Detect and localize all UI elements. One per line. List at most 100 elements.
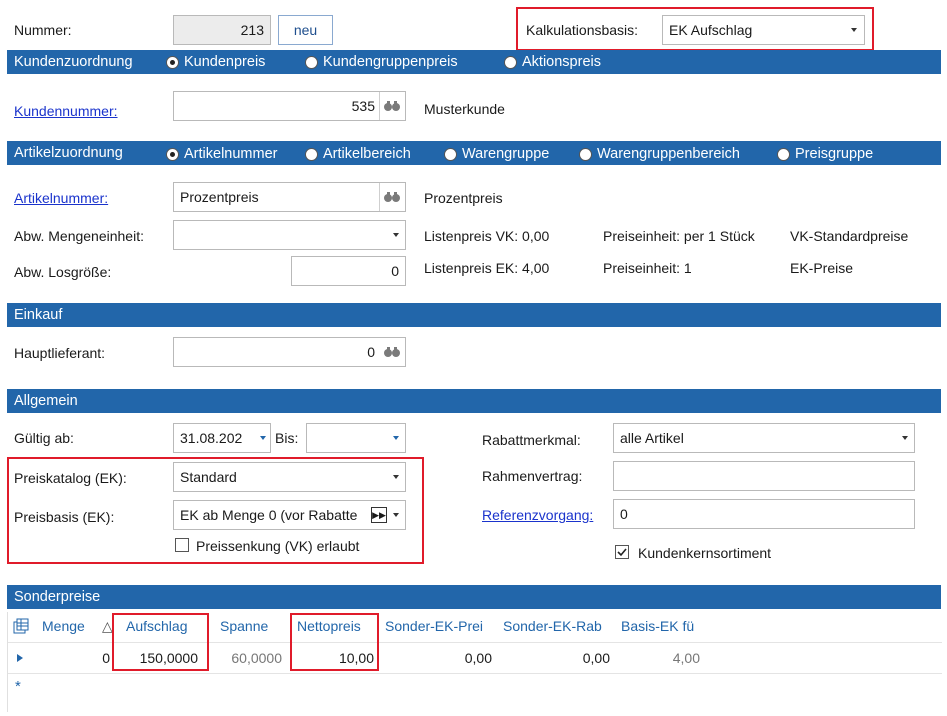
row-indicator-icon: [17, 654, 23, 662]
bis-field[interactable]: [306, 423, 406, 453]
chevron-down-icon: [902, 436, 908, 440]
preiskatalog-value: Standard: [180, 469, 237, 485]
gueltig-ab-label: Gültig ab:: [14, 430, 74, 446]
radio-label-artikelnummer: Artikelnummer: [184, 146, 278, 162]
col-sonder-ek-preis[interactable]: Sonder-EK-Prei: [385, 618, 483, 634]
cell-menge[interactable]: 0: [68, 650, 110, 666]
kundenzuordnung-title: Kundenzuordnung: [14, 54, 133, 70]
einkauf-title: Einkauf: [14, 307, 63, 323]
artikelzuordnung-band: Artikelzuordnung Artikelnummer Artikelbe…: [7, 141, 941, 165]
col-menge[interactable]: Menge: [42, 618, 85, 634]
hauptlieferant-value: 0: [367, 344, 375, 360]
chevron-down-icon: [393, 233, 399, 237]
chevron-down-icon: [393, 475, 399, 479]
preiseinheit-ek: Preiseinheit: 1: [603, 260, 692, 276]
ek-preise: EK-Preise: [790, 260, 854, 276]
preisbasis-select[interactable]: EK ab Menge 0 (vor Rabatte ▶▶: [173, 500, 406, 530]
rabattmerkmal-select[interactable]: alle Artikel: [613, 423, 915, 453]
sonderpreise-title: Sonderpreise: [14, 589, 101, 605]
chevron-down-icon: [260, 436, 266, 440]
kalkulationsbasis-label: Kalkulationsbasis:: [526, 22, 639, 38]
date-dropdown-button[interactable]: [254, 424, 270, 452]
chevron-down-icon: [393, 513, 399, 517]
einkauf-band: Einkauf: [7, 303, 941, 327]
kundennummer-field[interactable]: 535: [173, 91, 406, 121]
cell-spanne[interactable]: 60,0000: [204, 650, 282, 666]
artikelnummer-link[interactable]: Artikelnummer:: [14, 189, 108, 207]
neu-button[interactable]: neu: [278, 15, 333, 45]
radio-artikelnummer[interactable]: [166, 148, 179, 161]
rahmenvertrag-field[interactable]: [613, 461, 915, 491]
radio-aktionspreis[interactable]: [504, 56, 517, 69]
rabattmerkmal-value: alle Artikel: [620, 430, 684, 446]
hauptlieferant-field[interactable]: 0: [173, 337, 406, 367]
artikelnummer-field[interactable]: Prozentpreis: [173, 182, 406, 212]
artikelzuordnung-title: Artikelzuordnung: [14, 145, 123, 161]
radio-label-warengruppenbereich: Warengruppenbereich: [597, 146, 740, 162]
kundennummer-link[interactable]: Kundennummer:: [14, 102, 118, 120]
preiskatalog-select[interactable]: Standard: [173, 462, 406, 492]
preiskatalog-label: Preiskatalog (EK):: [14, 470, 127, 486]
binoculars-icon[interactable]: [379, 338, 405, 366]
sonderpreise-band: Sonderpreise: [7, 585, 941, 609]
hauptlieferant-label: Hauptlieferant:: [14, 345, 106, 361]
binoculars-icon[interactable]: [379, 183, 405, 211]
radio-label-kundenpreis: Kundenpreis: [184, 54, 266, 70]
rahmenvertrag-label: Rahmenvertrag:: [482, 468, 583, 484]
kalkulationsbasis-value: EK Aufschlag: [669, 22, 753, 38]
col-spanne[interactable]: Spanne: [220, 618, 268, 634]
radio-kundengruppenpreis[interactable]: [305, 56, 318, 69]
radio-warengruppe[interactable]: [444, 148, 457, 161]
kundenkernsortiment-label: Kundenkernsortiment: [638, 545, 772, 561]
rabattmerkmal-label: Rabattmerkmal:: [482, 432, 581, 448]
losgroesse-field[interactable]: 0: [291, 256, 406, 286]
mengeneinheit-select[interactable]: [173, 220, 406, 250]
fast-forward-icon[interactable]: ▶▶: [371, 507, 387, 523]
vk-standardpreise: VK-Standardpreise: [790, 228, 909, 244]
nummer-field[interactable]: 213: [173, 15, 271, 45]
nummer-label: Nummer:: [14, 22, 72, 38]
referenzvorgang-value: 0: [620, 506, 628, 522]
radio-kundenpreis[interactable]: [166, 56, 179, 69]
new-row-icon[interactable]: *: [15, 678, 21, 695]
radio-artikelbereich[interactable]: [305, 148, 318, 161]
checkmark-icon: [617, 548, 627, 557]
gueltig-ab-value: 31.08.202: [180, 430, 243, 446]
kundenkernsortiment-checkbox[interactable]: [615, 545, 629, 559]
mengeneinheit-label: Abw. Mengeneinheit:: [14, 228, 144, 244]
allgemein-title: Allgemein: [14, 393, 78, 409]
col-basis-ek[interactable]: Basis-EK fü: [621, 618, 694, 634]
listenpreis-ek: Listenpreis EK: 4,00: [424, 260, 550, 276]
kalkulationsbasis-select[interactable]: EK Aufschlag: [662, 15, 865, 45]
preissenkung-checkbox[interactable]: [175, 538, 189, 552]
radio-label-aktionspreis: Aktionspreis: [522, 54, 601, 70]
col-sonder-ek-rabatt[interactable]: Sonder-EK-Rab: [503, 618, 602, 634]
cell-basis-ek[interactable]: 4,00: [616, 650, 700, 666]
referenzvorgang-link[interactable]: Referenzvorgang:: [482, 506, 593, 524]
bis-label: Bis:: [275, 430, 299, 446]
cell-sonder-ek-rabatt[interactable]: 0,00: [498, 650, 610, 666]
radio-label-kundengruppenpreis: Kundengruppenpreis: [323, 54, 458, 70]
artikelnummer-value: Prozentpreis: [180, 189, 259, 205]
column-chooser-icon[interactable]: [13, 618, 29, 634]
kundennummer-value: 535: [351, 98, 375, 114]
radio-label-preisgruppe: Preisgruppe: [795, 146, 874, 162]
artikel-name: Prozentpreis: [424, 190, 503, 206]
chevron-down-icon: [851, 28, 857, 32]
nummer-value: 213: [240, 22, 264, 38]
preissenkung-label: Preissenkung (VK) erlaubt: [196, 538, 360, 554]
gueltig-ab-field[interactable]: 31.08.202: [173, 423, 271, 453]
radio-label-warengruppe: Warengruppe: [462, 146, 550, 162]
radio-preisgruppe[interactable]: [777, 148, 790, 161]
binoculars-icon[interactable]: [379, 92, 405, 120]
listenpreis-vk: Listenpreis VK: 0,00: [424, 228, 550, 244]
preiseinheit-vk: Preiseinheit: per 1 Stück: [603, 228, 755, 244]
losgroesse-value: 0: [391, 263, 399, 279]
cell-sonder-ek-preis[interactable]: 0,00: [380, 650, 492, 666]
chevron-down-icon[interactable]: [393, 436, 399, 440]
kunde-name: Musterkunde: [424, 101, 505, 117]
highlight-aufschlag: [112, 613, 209, 671]
referenzvorgang-field[interactable]: 0: [613, 499, 915, 529]
kundenzuordnung-band: Kundenzuordnung Kundenpreis Kundengruppe…: [7, 50, 941, 74]
radio-warengruppenbereich[interactable]: [579, 148, 592, 161]
